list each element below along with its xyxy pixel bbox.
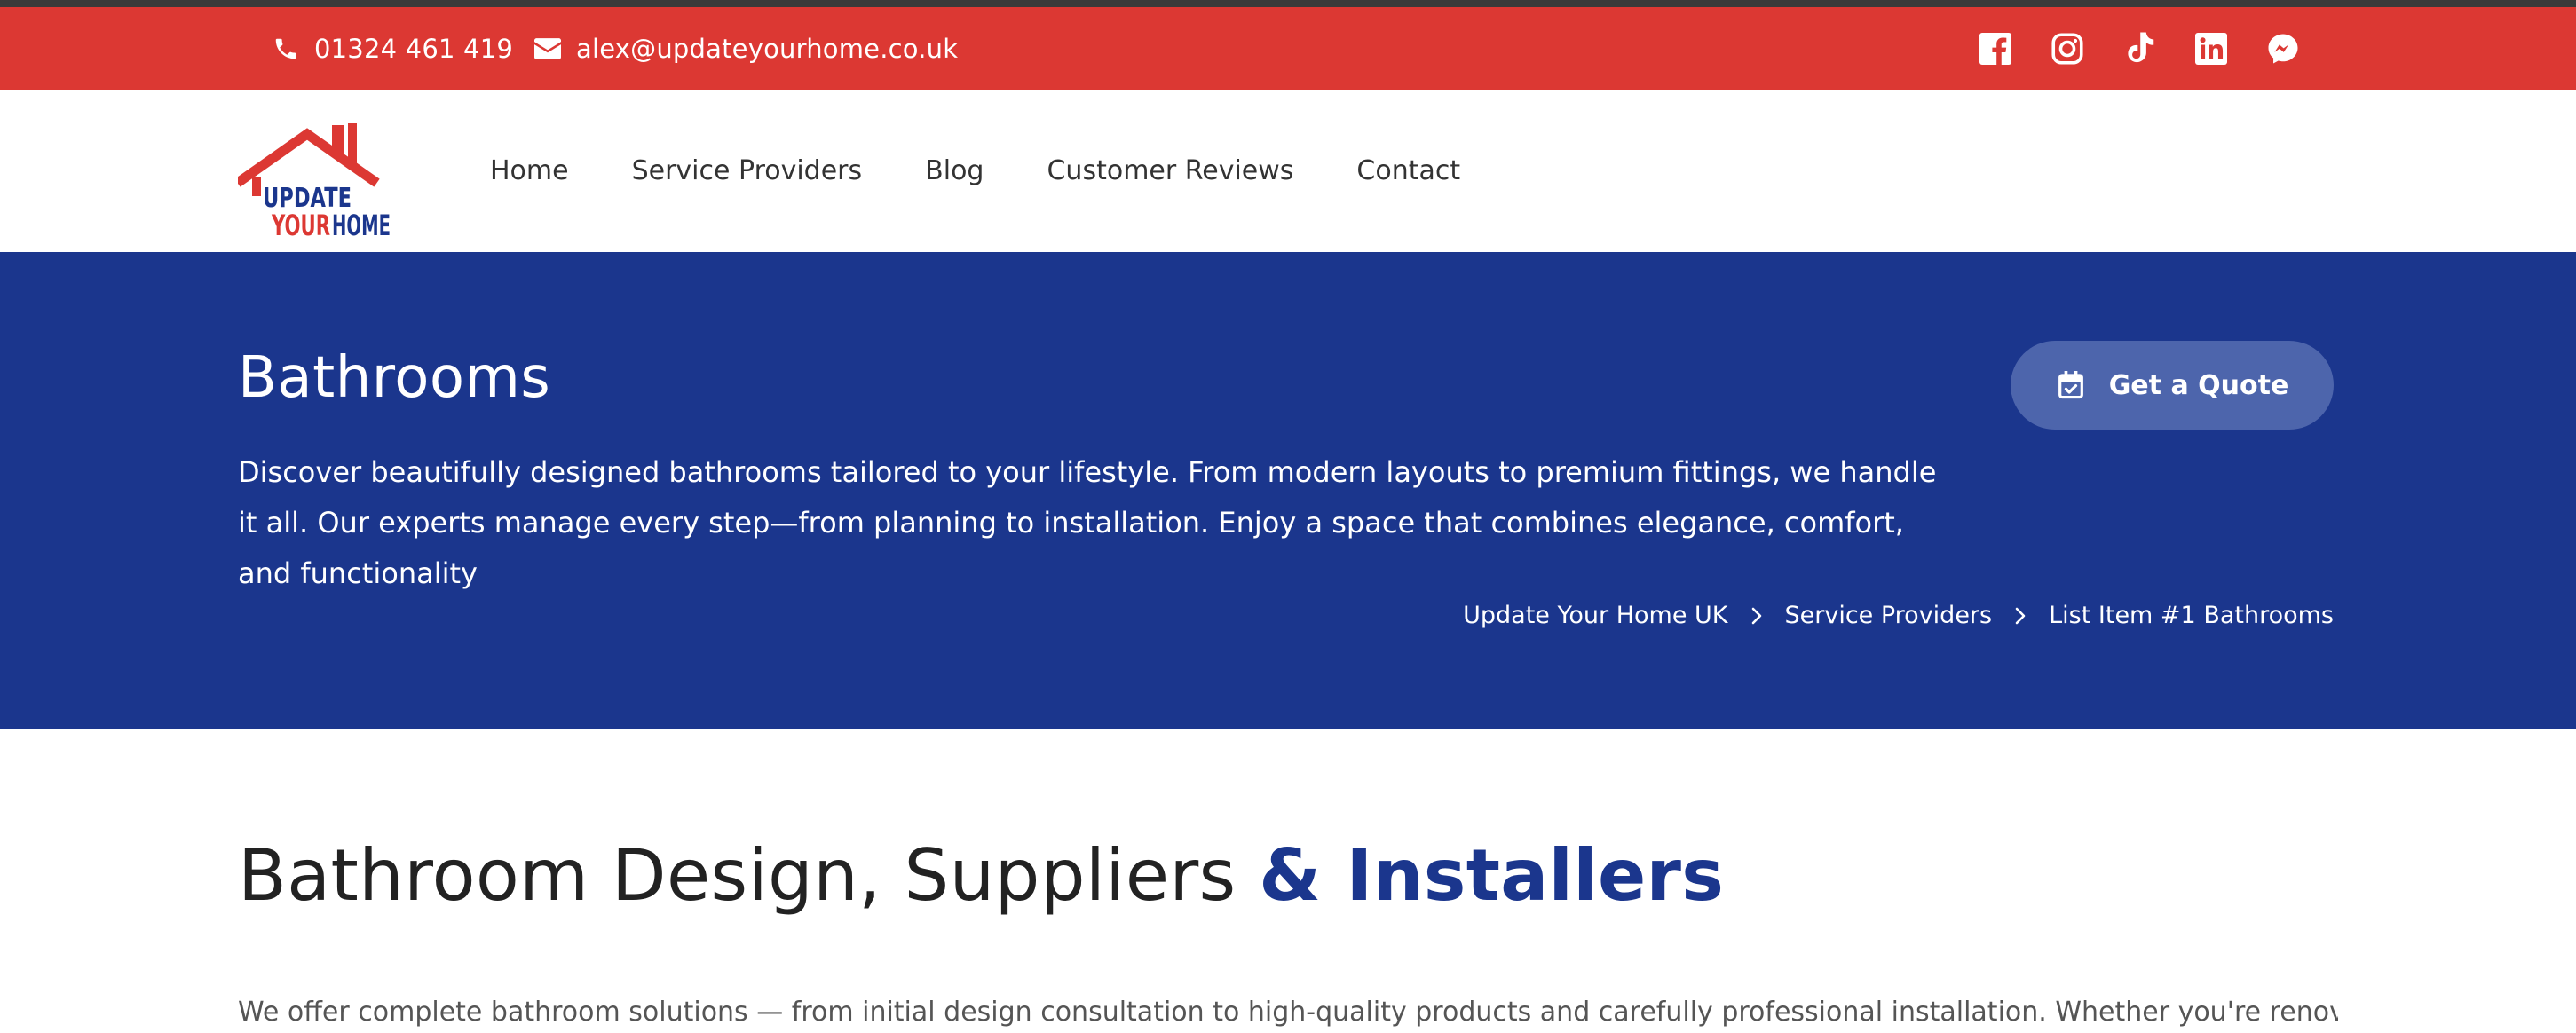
nav-menu: Home Service Providers Blog Customer Rev… [490, 90, 1460, 252]
breadcrumb-service-providers[interactable]: Service Providers [1785, 602, 1993, 629]
logo-text-your: YOUR [271, 209, 330, 239]
phone-link[interactable]: 01324 461 419 [272, 7, 513, 90]
nav-item-home[interactable]: Home [490, 155, 569, 186]
messenger-icon[interactable] [2266, 32, 2299, 65]
breadcrumb-home[interactable]: Update Your Home UK [1463, 602, 1727, 629]
chevron-right-icon [1751, 607, 1762, 625]
phone-number: 01324 461 419 [314, 33, 513, 64]
section-heading-plain: Bathroom Design, Suppliers [238, 834, 1260, 917]
section-intro: We offer complete bathroom solutions — f… [238, 997, 2338, 1028]
linkedin-icon[interactable] [2194, 32, 2227, 65]
page-title: Bathrooms [238, 345, 551, 411]
get-quote-label: Get a Quote [2108, 369, 2289, 401]
instagram-icon[interactable] [2051, 32, 2083, 65]
logo-text-home: HOME [332, 209, 391, 239]
email-address: alex@updateyourhome.co.uk [576, 33, 959, 64]
nav-item-customer-reviews[interactable]: Customer Reviews [1047, 155, 1293, 186]
facebook-icon[interactable] [1979, 32, 2011, 65]
chevron-right-icon [2015, 607, 2026, 625]
phone-icon [272, 35, 300, 63]
nav-item-contact[interactable]: Contact [1356, 155, 1460, 186]
section-heading: Bathroom Design, Suppliers & Installers [238, 834, 1724, 917]
site-logo[interactable]: UPDATE YOUR HOME [234, 123, 394, 242]
hero-description: Discover beautifully designed bathrooms … [238, 455, 1937, 590]
tiktok-icon[interactable] [2122, 31, 2155, 65]
breadcrumb-current: List Item #1 Bathrooms [2049, 602, 2334, 629]
email-link[interactable]: alex@updateyourhome.co.uk [533, 7, 958, 90]
browser-edge [0, 0, 2576, 7]
envelope-icon [533, 35, 562, 63]
social-links [1979, 7, 2299, 90]
section-heading-accent: & Installers [1259, 834, 1725, 917]
calendar-check-icon [2056, 370, 2086, 400]
get-quote-button[interactable]: Get a Quote [2011, 341, 2334, 430]
main-navigation: UPDATE YOUR HOME Home Service Providers … [0, 90, 2576, 252]
nav-item-blog[interactable]: Blog [925, 155, 984, 186]
page-hero: Bathrooms Discover beautifully designed … [0, 252, 2576, 729]
top-contact-bar: 01324 461 419 alex@updateyourhome.co.uk [0, 7, 2576, 90]
nav-item-service-providers[interactable]: Service Providers [632, 155, 863, 186]
breadcrumb: Update Your Home UK Service Providers Li… [1463, 602, 2334, 629]
